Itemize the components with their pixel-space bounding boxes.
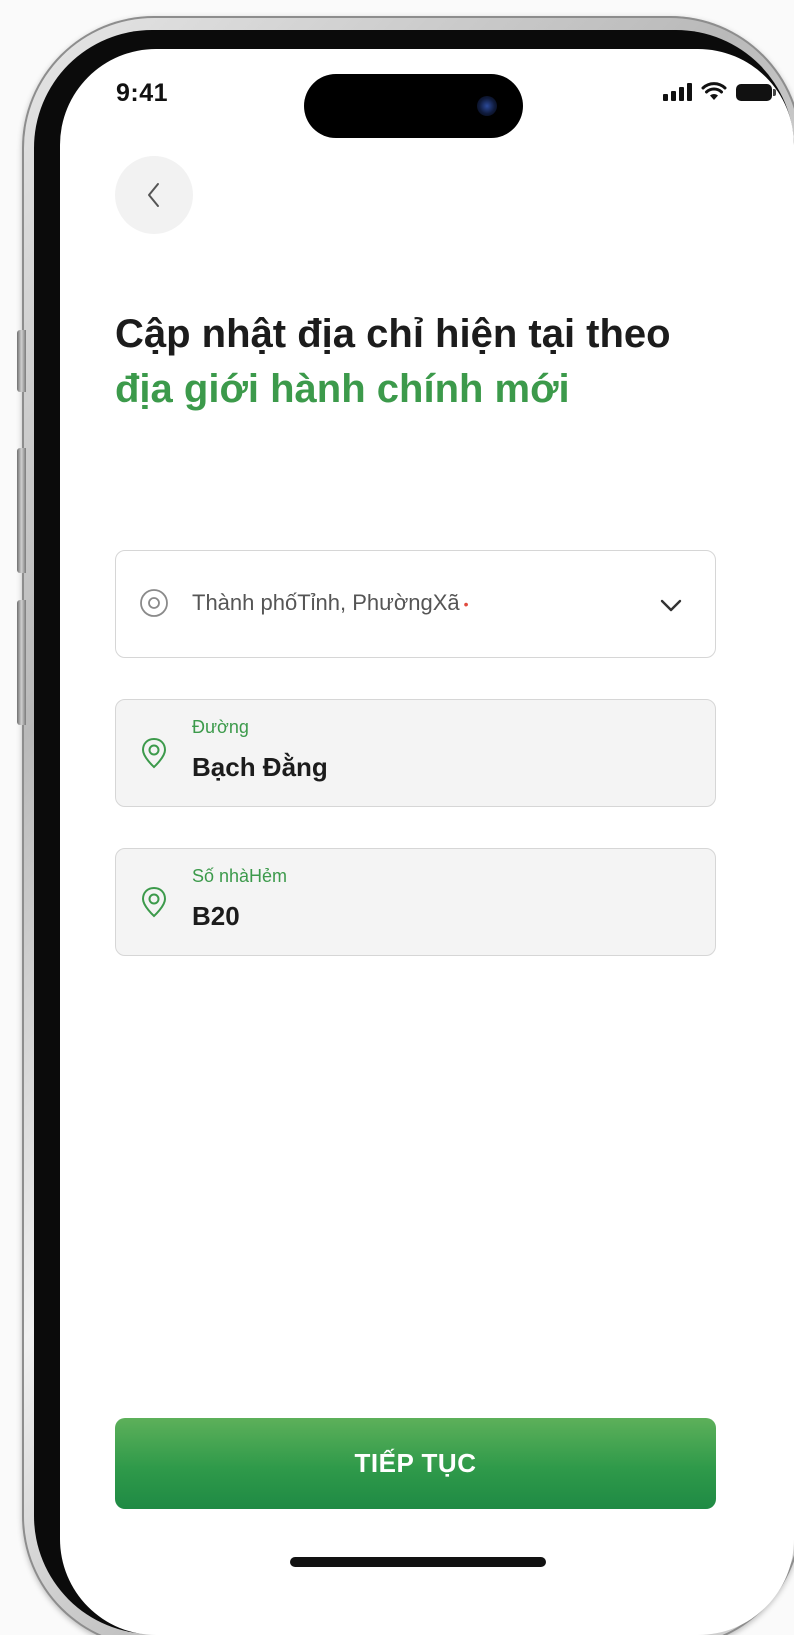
title-highlight: địa giới hành chính mới <box>115 367 570 411</box>
location-pin-icon <box>140 589 168 617</box>
device-mockup: 9:41 Cập nhật địa chỉ hiện tại theo địa … <box>0 0 794 1635</box>
battery-icon <box>736 84 776 101</box>
chevron-left-icon <box>148 183 159 207</box>
volume-down-button <box>17 600 26 725</box>
app-screen: 9:41 Cập nhật địa chỉ hiện tại theo địa … <box>60 49 794 1635</box>
house-number-field[interactable]: Số nhàHẻm B20 <box>115 848 716 956</box>
dynamic-island <box>304 74 523 138</box>
back-button[interactable] <box>115 156 193 234</box>
home-indicator[interactable] <box>290 1557 546 1567</box>
status-icons <box>663 82 776 101</box>
silent-switch <box>17 330 26 392</box>
location-pin-icon <box>141 886 167 918</box>
status-time: 9:41 <box>116 79 169 107</box>
city-ward-placeholder-text: Thành phốTỉnh, PhườngXã <box>192 590 460 615</box>
front-camera-icon <box>477 96 497 116</box>
chevron-down-icon <box>660 599 682 612</box>
street-label: Đường <box>192 717 249 737</box>
street-value: Bạch Đằng <box>192 752 328 782</box>
location-pin-icon <box>141 737 167 769</box>
page-title: Cập nhật địa chỉ hiện tại theo địa giới … <box>115 307 715 417</box>
required-marker: • <box>463 596 469 613</box>
continue-button[interactable]: TIẾP TỤC <box>115 1418 716 1509</box>
house-number-label: Số nhàHẻm <box>192 866 288 886</box>
street-field[interactable]: Đường Bạch Đằng <box>115 699 716 807</box>
house-number-value: B20 <box>192 901 240 931</box>
city-ward-select[interactable]: Thành phốTỉnh, PhườngXã • <box>115 550 716 658</box>
cellular-signal-icon <box>663 83 692 101</box>
volume-up-button <box>17 448 26 573</box>
wifi-icon <box>701 82 727 100</box>
city-ward-placeholder: Thành phốTỉnh, PhườngXã • <box>192 590 469 616</box>
title-text: Cập nhật địa chỉ hiện tại theo <box>115 312 671 356</box>
